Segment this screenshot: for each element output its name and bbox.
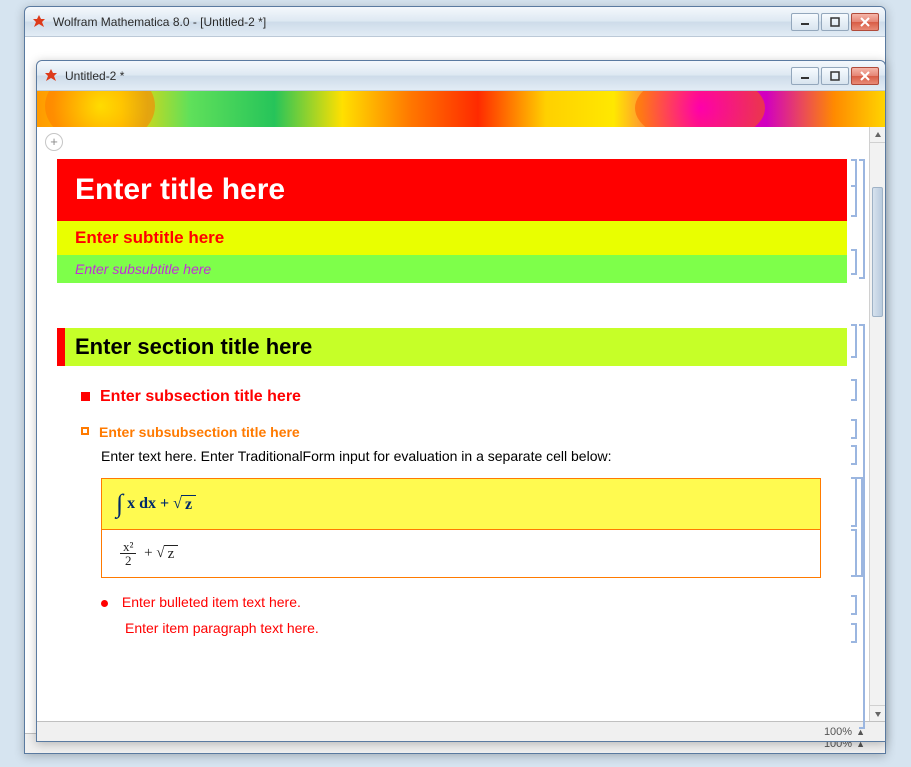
subsection-cell[interactable]: Enter subsection title here <box>81 388 885 406</box>
scroll-down-button[interactable] <box>870 705 885 721</box>
subsubtitle-cell[interactable]: Enter subsubtitle here <box>57 255 847 283</box>
main-window-controls <box>791 13 879 31</box>
math-op: + <box>140 545 156 562</box>
input-cell[interactable]: ∫ x dx + √z <box>102 479 820 530</box>
bulleted-item-text: Enter bulleted item text here. <box>122 594 301 610</box>
maximize-button[interactable] <box>821 13 849 31</box>
notebook-window-controls <box>791 67 879 85</box>
subsubsection-text: Enter subsubsection title here <box>99 424 300 440</box>
output-cell[interactable]: x²2 + √z <box>102 530 820 577</box>
math-differential: dx <box>139 495 156 513</box>
notebook-zoom-level[interactable]: 100% <box>824 726 852 738</box>
item-paragraph-cell[interactable]: Enter item paragraph text here. <box>125 620 885 636</box>
close-button[interactable] <box>851 67 879 85</box>
scroll-thumb[interactable] <box>872 187 883 317</box>
section-accent-bar <box>57 328 65 366</box>
vertical-scrollbar[interactable] <box>869 127 885 721</box>
subsubsection-cell[interactable]: Enter subsubsection title here <box>81 424 885 440</box>
notebook-statusbar: 100% ▲ <box>37 721 885 741</box>
mathematica-icon <box>31 14 47 30</box>
bullet-icon <box>101 600 108 607</box>
notebook-window: Untitled-2 * + Enter title here Enter su… <box>36 60 886 742</box>
fraction: x²2 <box>120 540 136 567</box>
math-cell-group: ∫ x dx + √z x²2 + √z <box>101 478 821 578</box>
bulleted-item-cell[interactable]: Enter bulleted item text here. <box>101 594 885 610</box>
title-cell[interactable]: Enter title here <box>57 159 847 221</box>
main-titlebar[interactable]: Wolfram Mathematica 8.0 - [Untitled-2 *] <box>25 7 885 37</box>
integral-icon: ∫ <box>116 489 123 519</box>
zoom-caret-icon[interactable]: ▲ <box>856 727 865 737</box>
section-title-text: Enter section title here <box>65 328 322 366</box>
new-cell-button[interactable]: + <box>45 133 63 151</box>
open-square-bullet-icon <box>81 427 89 435</box>
main-window-title: Wolfram Mathematica 8.0 - [Untitled-2 *] <box>53 15 791 29</box>
subtitle-cell[interactable]: Enter subtitle here <box>57 221 847 255</box>
scroll-up-button[interactable] <box>870 127 885 143</box>
sqrt-icon: √z <box>173 495 196 514</box>
close-button[interactable] <box>851 13 879 31</box>
square-bullet-icon <box>81 392 90 401</box>
sqrt-icon: √z <box>156 545 178 563</box>
minimize-button[interactable] <box>791 13 819 31</box>
text-cell[interactable]: Enter text here. Enter TraditionalForm i… <box>101 448 885 464</box>
section-cell[interactable]: Enter section title here <box>57 328 847 366</box>
maximize-button[interactable] <box>821 67 849 85</box>
notebook-titlebar[interactable]: Untitled-2 * <box>37 61 885 91</box>
mathematica-icon <box>43 68 59 84</box>
notebook-body[interactable]: + Enter title here Enter subtitle here E… <box>37 127 885 721</box>
math-op: + <box>156 495 173 513</box>
stylesheet-banner <box>37 91 885 127</box>
minimize-button[interactable] <box>791 67 819 85</box>
math-var: x <box>127 495 139 513</box>
notebook-window-title: Untitled-2 * <box>65 69 791 83</box>
subsection-text: Enter subsection title here <box>100 388 301 406</box>
